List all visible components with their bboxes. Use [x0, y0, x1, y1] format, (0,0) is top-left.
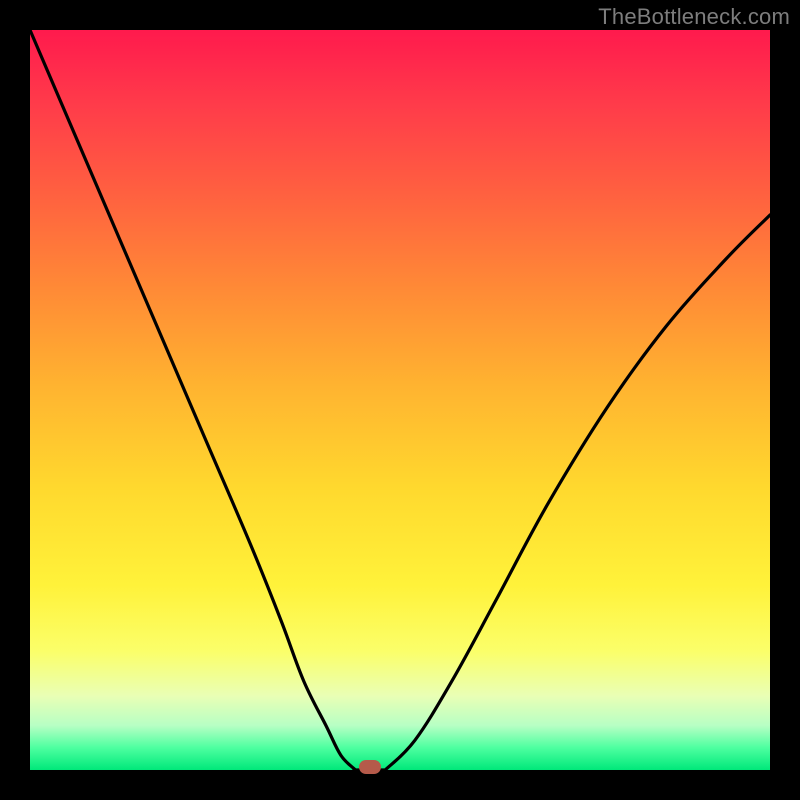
chart-frame: TheBottleneck.com: [0, 0, 800, 800]
watermark-text: TheBottleneck.com: [598, 4, 790, 30]
plot-area: [30, 30, 770, 770]
optimum-marker: [359, 760, 381, 774]
curve-svg: [30, 30, 770, 770]
bottleneck-curve: [30, 30, 770, 770]
